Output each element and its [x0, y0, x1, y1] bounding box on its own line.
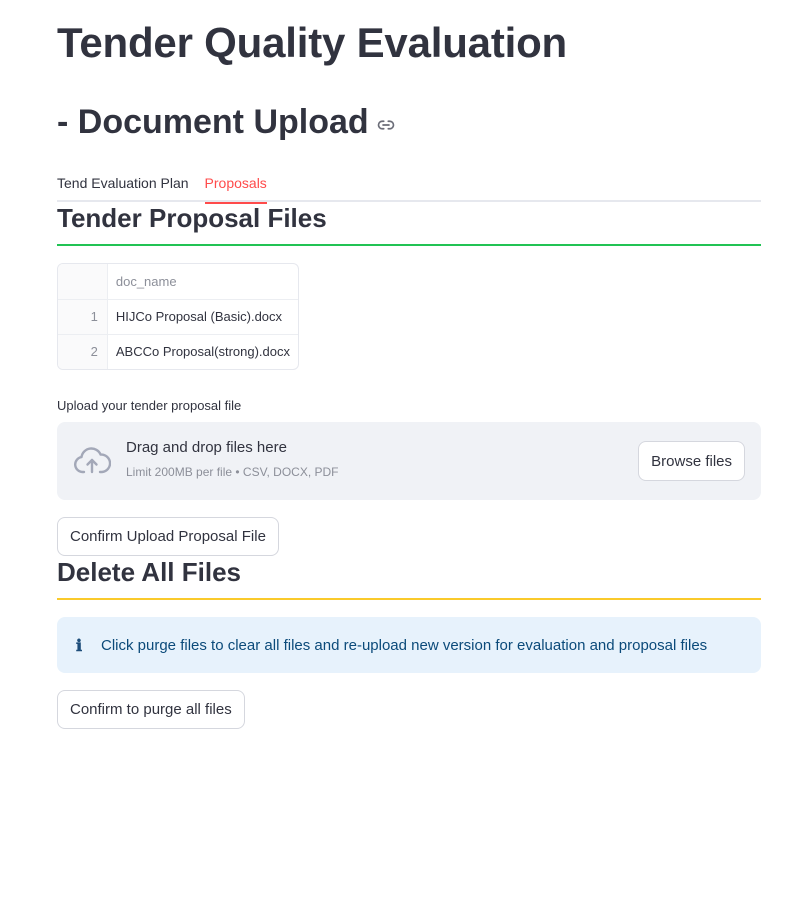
table-row: 2 ABCCo Proposal(strong).docx — [58, 334, 298, 369]
info-alert-text: Click purge files to clear all files and… — [101, 636, 708, 654]
purge-files-button[interactable]: Confirm to purge all files — [57, 690, 245, 729]
tab-bar: Tend Evaluation Plan Proposals — [57, 172, 761, 204]
section-heading-delete-files: Delete All Files — [57, 557, 241, 587]
table-header-row: doc_name — [58, 264, 298, 300]
table-row: 1 HIJCo Proposal (Basic).docx — [58, 299, 298, 335]
table-index-header — [58, 264, 108, 300]
section-divider-green — [57, 244, 761, 246]
section-divider-orange — [57, 598, 761, 600]
tab-tend-evaluation-plan[interactable]: Tend Evaluation Plan — [57, 172, 189, 202]
page-subtitle: - Document Upload — [57, 102, 761, 142]
table-row-index: 1 — [58, 299, 108, 335]
table-row-index: 2 — [58, 334, 108, 369]
browse-files-button[interactable]: Browse files — [638, 441, 745, 481]
page-title: Tender Quality Evaluation — [57, 19, 567, 66]
upload-label: Upload your tender proposal file — [57, 398, 242, 413]
dropzone-instruction: Drag and drop files here — [126, 439, 287, 456]
link-icon[interactable] — [377, 116, 395, 134]
info-icon: ℹ — [75, 635, 83, 655]
section-heading-proposal-files: Tender Proposal Files — [57, 203, 327, 233]
app-main: Tender Quality Evaluation - Document Upl… — [0, 0, 787, 905]
table-column-header-doc-name[interactable]: doc_name — [107, 264, 298, 300]
cloud-upload-icon — [73, 442, 111, 480]
dropzone-text: Drag and drop files here Limit 200MB per… — [126, 439, 638, 480]
file-dropzone[interactable]: Drag and drop files here Limit 200MB per… — [57, 422, 761, 500]
dropzone-limit: Limit 200MB per file • CSV, DOCX, PDF — [126, 465, 339, 479]
proposal-files-table[interactable]: doc_name 1 HIJCo Proposal (Basic).docx 2… — [57, 263, 299, 370]
table-cell-doc-name[interactable]: ABCCo Proposal(strong).docx — [107, 334, 298, 369]
table-cell-doc-name[interactable]: HIJCo Proposal (Basic).docx — [107, 299, 298, 335]
tab-proposals[interactable]: Proposals — [204, 172, 268, 204]
info-alert: ℹ Click purge files to clear all files a… — [57, 617, 761, 673]
page-subtitle-text: - Document Upload — [57, 103, 369, 141]
confirm-upload-button[interactable]: Confirm Upload Proposal File — [57, 517, 279, 556]
